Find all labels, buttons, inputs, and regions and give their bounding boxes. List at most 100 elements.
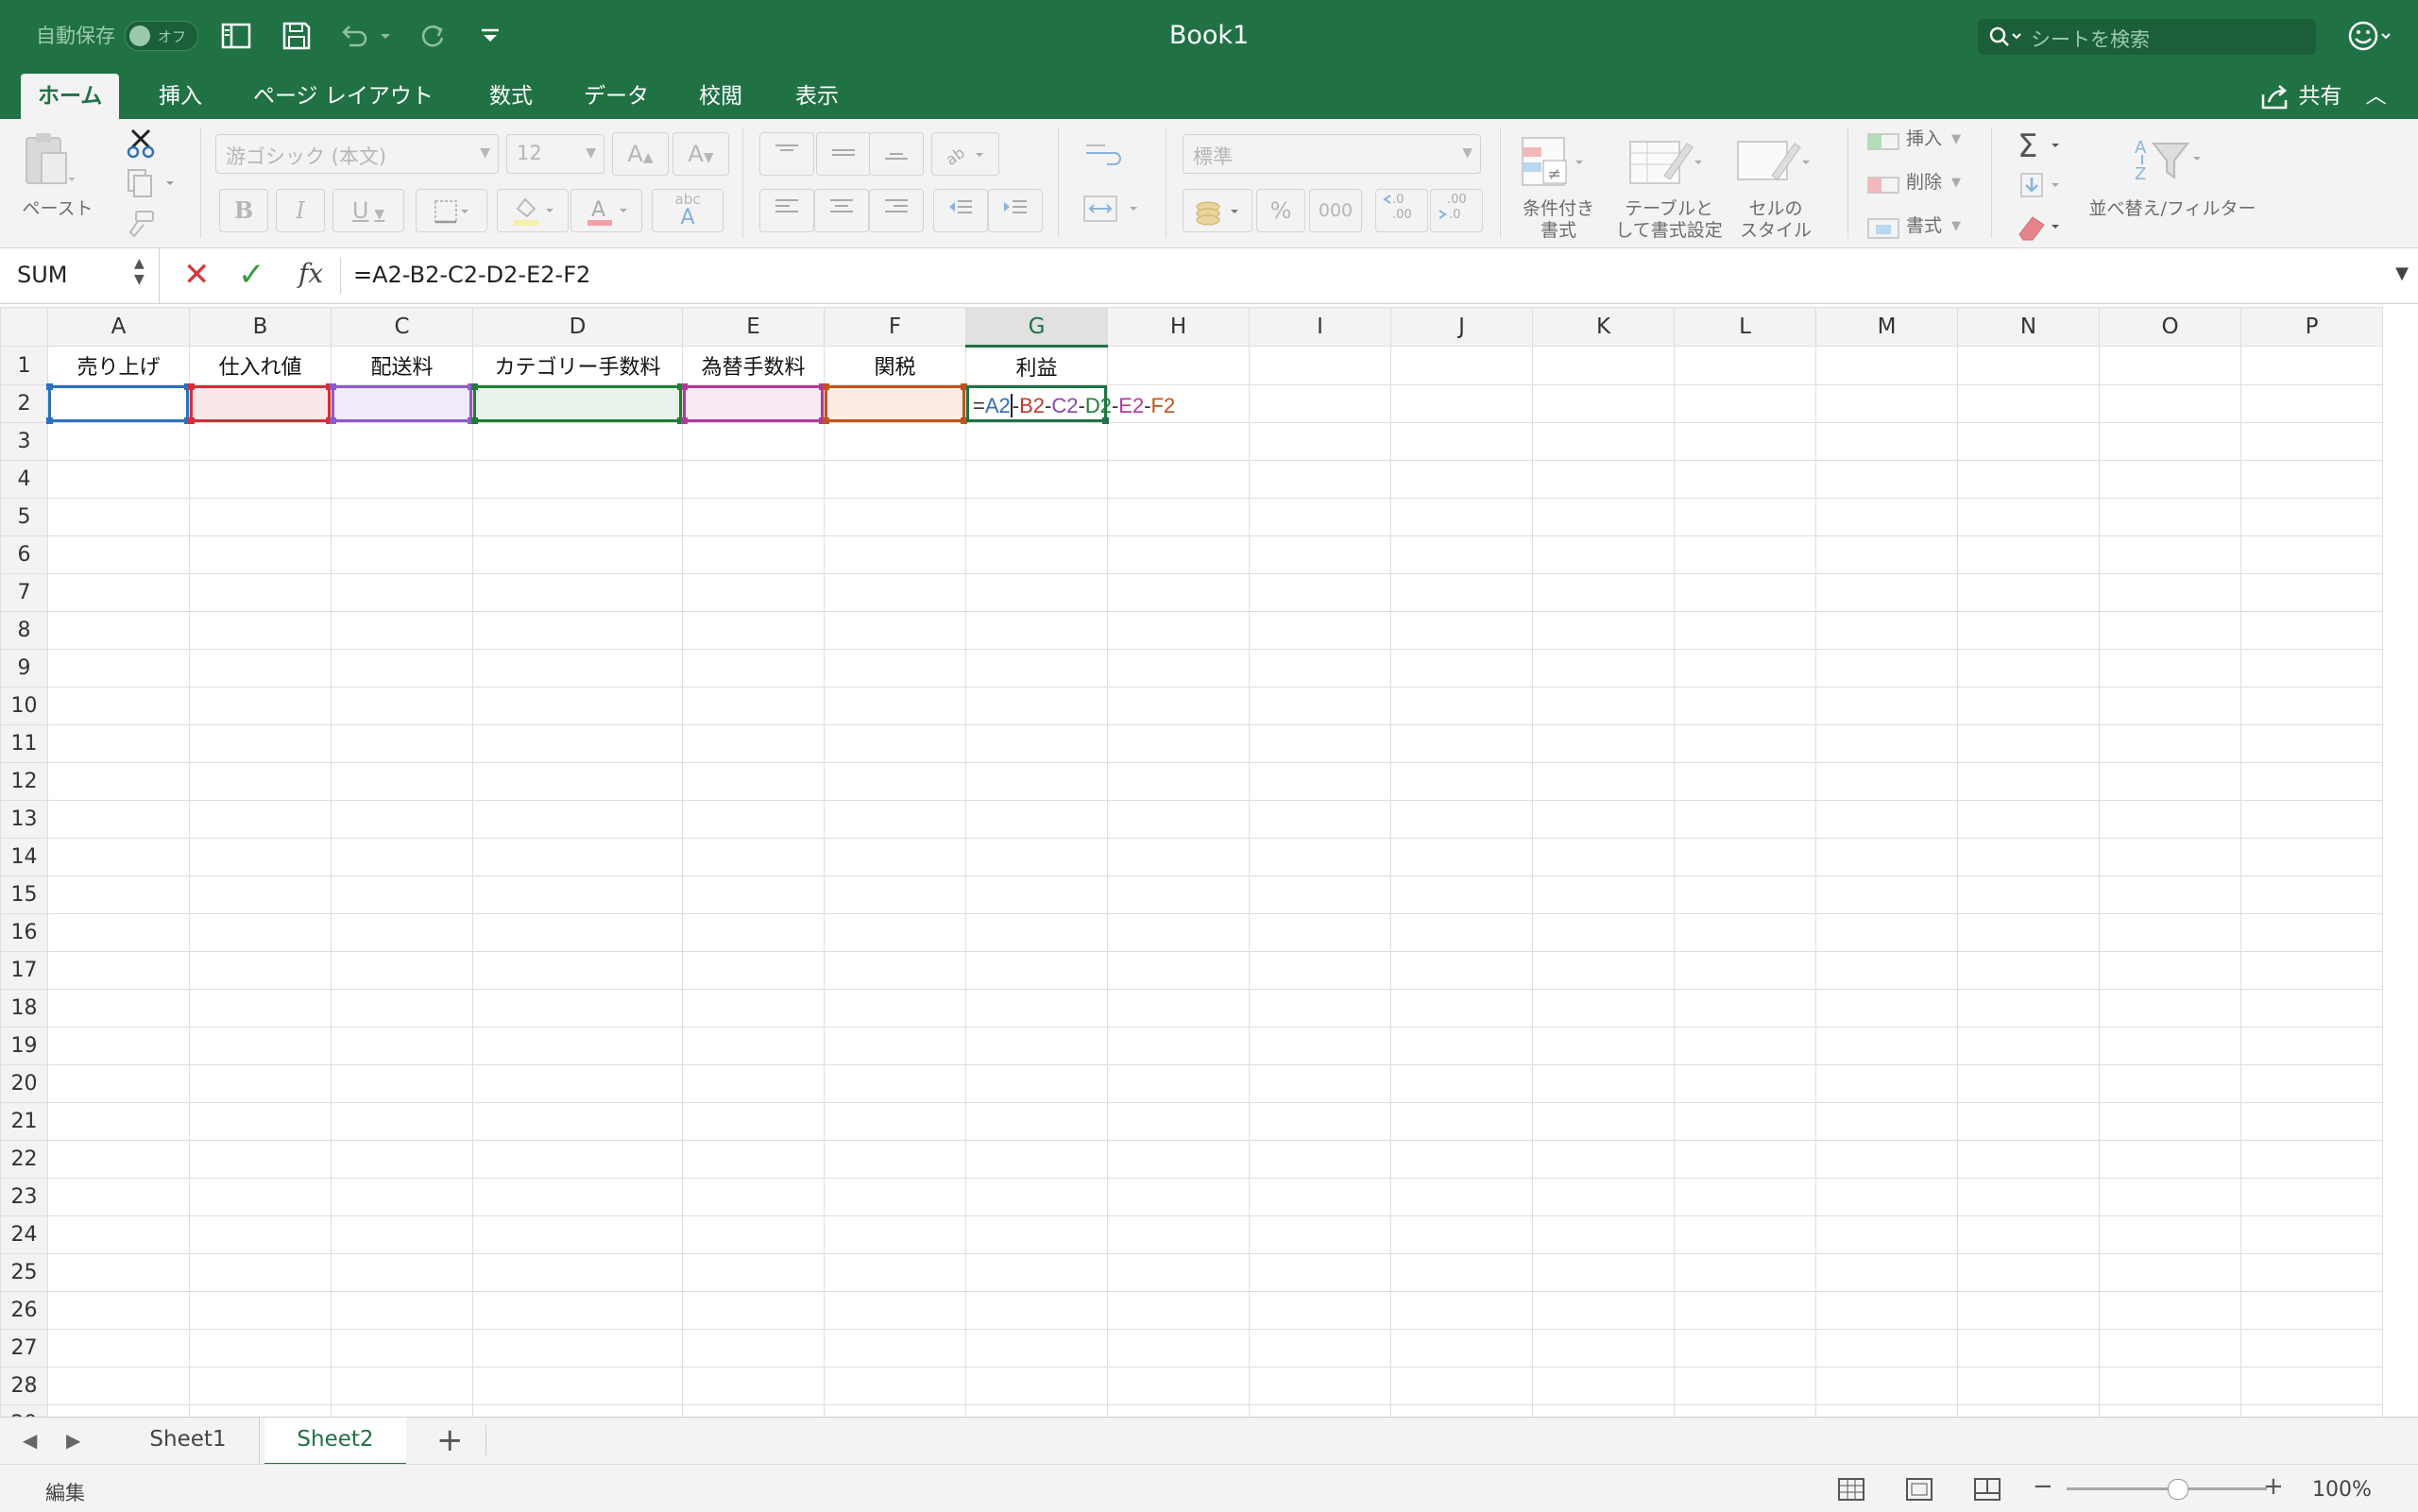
- cell-a2[interactable]: [46, 383, 191, 424]
- cell-i5[interactable]: [1249, 498, 1391, 536]
- column-header-o[interactable]: O: [2099, 307, 2241, 347]
- cell-l19[interactable]: [1674, 1027, 1816, 1065]
- cell-g2[interactable]: =A2-B2-C2-D2-E2-F2: [965, 384, 1175, 424]
- cell-m11[interactable]: [1815, 724, 1958, 763]
- cell-j4[interactable]: [1390, 460, 1533, 499]
- cell-g5[interactable]: [965, 498, 1108, 536]
- cell-e10[interactable]: [682, 687, 825, 725]
- cell-a1[interactable]: 売り上げ: [47, 346, 190, 385]
- cell-m23[interactable]: [1815, 1178, 1958, 1216]
- cell-c27[interactable]: [331, 1329, 473, 1368]
- cell-e15[interactable]: [682, 875, 825, 914]
- enter-check-icon[interactable]: ✓: [238, 256, 265, 294]
- align-right-button[interactable]: [869, 189, 924, 232]
- cell-g1[interactable]: 利益: [965, 346, 1108, 385]
- column-header-e[interactable]: E: [682, 307, 825, 347]
- cell-c15[interactable]: [331, 875, 473, 914]
- cell-l24[interactable]: [1674, 1215, 1816, 1254]
- cell-j13[interactable]: [1390, 800, 1533, 839]
- cell-g12[interactable]: [965, 762, 1108, 801]
- column-header-f[interactable]: F: [824, 307, 966, 347]
- cell-h17[interactable]: [1107, 951, 1250, 990]
- cell-p5[interactable]: [2240, 498, 2383, 536]
- cell-h9[interactable]: [1107, 649, 1250, 688]
- align-left-button[interactable]: [759, 189, 814, 232]
- cell-b22[interactable]: [189, 1140, 332, 1179]
- cell-h14[interactable]: [1107, 838, 1250, 876]
- cell-d15[interactable]: [472, 875, 683, 914]
- zoom-in-icon[interactable]: +: [2263, 1472, 2284, 1501]
- cell-a3[interactable]: [47, 422, 190, 461]
- cell-i9[interactable]: [1249, 649, 1391, 688]
- eraser-icon[interactable]: [2016, 210, 2069, 244]
- cell-d5[interactable]: [472, 498, 683, 536]
- cell-e11[interactable]: [682, 724, 825, 763]
- cell-h23[interactable]: [1107, 1178, 1250, 1216]
- cell-b7[interactable]: [189, 573, 332, 612]
- cell-b4[interactable]: [189, 460, 332, 499]
- cell-a13[interactable]: [47, 800, 190, 839]
- merge-center-icon[interactable]: [1082, 195, 1143, 223]
- cell-a16[interactable]: [47, 913, 190, 952]
- cell-g20[interactable]: [965, 1064, 1108, 1103]
- insert-function-icon[interactable]: fx: [298, 258, 323, 289]
- cell-g13[interactable]: [965, 800, 1108, 839]
- cell-o9[interactable]: [2099, 649, 2241, 688]
- cell-f8[interactable]: [824, 611, 966, 650]
- cell-j22[interactable]: [1390, 1140, 1533, 1179]
- cell-f11[interactable]: [824, 724, 966, 763]
- cell-l23[interactable]: [1674, 1178, 1816, 1216]
- cell-d25[interactable]: [472, 1253, 683, 1292]
- cell-o5[interactable]: [2099, 498, 2241, 536]
- cell-d24[interactable]: [472, 1215, 683, 1254]
- cell-h22[interactable]: [1107, 1140, 1250, 1179]
- cell-d8[interactable]: [472, 611, 683, 650]
- decrease-decimal-button[interactable]: .00.0: [1430, 189, 1483, 232]
- column-header-a[interactable]: A: [47, 307, 190, 347]
- cell-n6[interactable]: [1957, 535, 2100, 574]
- cell-f15[interactable]: [824, 875, 966, 914]
- cell-e1[interactable]: 為替手数料: [682, 346, 825, 385]
- cell-e25[interactable]: [682, 1253, 825, 1292]
- cell-h7[interactable]: [1107, 573, 1250, 612]
- cell-b13[interactable]: [189, 800, 332, 839]
- cell-g16[interactable]: [965, 913, 1108, 952]
- sheet-search-box[interactable]: シートを検索: [1978, 19, 2316, 55]
- cell-e20[interactable]: [682, 1064, 825, 1103]
- cell-g14[interactable]: [965, 838, 1108, 876]
- cell-a26[interactable]: [47, 1291, 190, 1330]
- cell-c4[interactable]: [331, 460, 473, 499]
- row-header[interactable]: 26: [0, 1291, 48, 1330]
- cell-d7[interactable]: [472, 573, 683, 612]
- cell-b6[interactable]: [189, 535, 332, 574]
- delete-cells-label[interactable]: 削除: [1906, 172, 1942, 194]
- cell-l28[interactable]: [1674, 1367, 1816, 1405]
- font-name-dropdown[interactable]: 游ゴシック (本文) ▼: [215, 134, 499, 174]
- cell-m25[interactable]: [1815, 1253, 1958, 1292]
- cell-d1[interactable]: カテゴリー手数料: [472, 346, 683, 385]
- format-painter-icon[interactable]: [125, 210, 157, 238]
- row-header[interactable]: 12: [0, 762, 48, 801]
- row-header[interactable]: 19: [0, 1027, 48, 1065]
- row-header[interactable]: 9: [0, 649, 48, 688]
- cell-g27[interactable]: [965, 1329, 1108, 1368]
- cell-j6[interactable]: [1390, 535, 1533, 574]
- insert-cells-icon[interactable]: [1865, 128, 1902, 155]
- cell-l20[interactable]: [1674, 1064, 1816, 1103]
- cell-m24[interactable]: [1815, 1215, 1958, 1254]
- row-header[interactable]: 2: [0, 384, 48, 423]
- cell-i14[interactable]: [1249, 838, 1391, 876]
- cell-f9[interactable]: [824, 649, 966, 688]
- cell-b12[interactable]: [189, 762, 332, 801]
- cell-e4[interactable]: [682, 460, 825, 499]
- cell-b17[interactable]: [189, 951, 332, 990]
- cell-h6[interactable]: [1107, 535, 1250, 574]
- cell-h27[interactable]: [1107, 1329, 1250, 1368]
- cell-m6[interactable]: [1815, 535, 1958, 574]
- cell-styles-icon[interactable]: [1734, 134, 1814, 191]
- cell-g26[interactable]: [965, 1291, 1108, 1330]
- cell-m3[interactable]: [1815, 422, 1958, 461]
- cell-a11[interactable]: [47, 724, 190, 763]
- cell-n22[interactable]: [1957, 1140, 2100, 1179]
- cell-m12[interactable]: [1815, 762, 1958, 801]
